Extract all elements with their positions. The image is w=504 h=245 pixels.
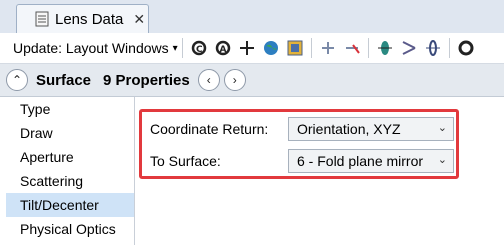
to-surface-select[interactable]: 6 - Fold plane mirror ⌄ (288, 149, 454, 173)
toolbar-separator (181, 38, 183, 58)
move-icon[interactable] (237, 38, 257, 58)
nav-item-tilt-decenter[interactable]: Tilt/Decenter (6, 193, 134, 217)
nav-item-draw[interactable]: Draw (6, 121, 134, 145)
nav-item-scattering[interactable]: Scattering (6, 169, 134, 193)
to-surface-label: To Surface: (150, 153, 221, 169)
nav-item-aperture[interactable]: Aperture (6, 145, 134, 169)
update-windows-dropdown[interactable]: Update: Layout Windows ▾ (13, 40, 178, 56)
tab-lens-data[interactable]: Lens Data ✕ (16, 4, 149, 33)
chevron-left-icon: ‹ (206, 73, 211, 87)
lens-data-icon (35, 11, 49, 27)
properties-bar: ⌃ Surface 9 Properties ‹ › (0, 64, 504, 97)
coordinate-return-row: Coordinate Return: Orientation, XYZ ⌄ (150, 117, 454, 141)
add-element-icon[interactable] (318, 38, 338, 58)
ray-icon[interactable] (399, 38, 419, 58)
coordinate-return-value: Orientation, XYZ (297, 121, 401, 137)
property-category-list: Type Draw Aperture Scattering Tilt/Decen… (6, 97, 135, 245)
tilt-icon[interactable] (423, 38, 443, 58)
chevron-right-icon: › (232, 73, 237, 87)
refresh-all-icon[interactable]: A (213, 38, 233, 58)
image-icon[interactable] (285, 38, 305, 58)
lens-icon[interactable] (375, 38, 395, 58)
nav-item-type[interactable]: Type (6, 97, 134, 121)
globe-icon[interactable] (261, 38, 281, 58)
svg-text:A: A (219, 45, 226, 55)
update-label: Update: Layout Windows (13, 40, 169, 56)
svg-text:C: C (196, 45, 203, 55)
collapse-button[interactable]: ⌃ (6, 69, 28, 91)
toolbar-separator (310, 38, 312, 58)
properties-title: Surface (36, 71, 92, 89)
toolbar: Update: Layout Windows ▾ C A (0, 33, 504, 64)
refresh-icon[interactable]: C (189, 38, 209, 58)
chevron-down-icon: ⌄ (437, 122, 447, 134)
coordinate-return-label: Coordinate Return: (150, 121, 269, 137)
chevron-up-icon: ⌃ (11, 73, 23, 87)
to-surface-row: To Surface: 6 - Fold plane mirror ⌄ (150, 149, 454, 173)
next-button[interactable]: › (223, 69, 246, 91)
toolbar-separator (448, 38, 450, 58)
close-icon[interactable]: ✕ (133, 11, 145, 28)
chevron-down-icon: ⌄ (437, 154, 447, 166)
tilt-decenter-panel: Coordinate Return: Orientation, XYZ ⌄ To… (135, 97, 504, 245)
remove-element-icon[interactable] (342, 38, 362, 58)
previous-button[interactable]: ‹ (197, 69, 220, 91)
tab-title: Lens Data (55, 10, 124, 28)
circle-icon[interactable] (456, 38, 476, 58)
coordinate-return-select[interactable]: Orientation, XYZ ⌄ (288, 117, 454, 141)
toolbar-separator (367, 38, 369, 58)
properties-count: 9 Properties (103, 71, 190, 89)
to-surface-value: 6 - Fold plane mirror (297, 153, 424, 169)
nav-item-physical-optics[interactable]: Physical Optics (6, 217, 134, 241)
document-tab-strip: Lens Data ✕ (0, 0, 504, 34)
chevron-down-icon: ▾ (172, 42, 178, 54)
